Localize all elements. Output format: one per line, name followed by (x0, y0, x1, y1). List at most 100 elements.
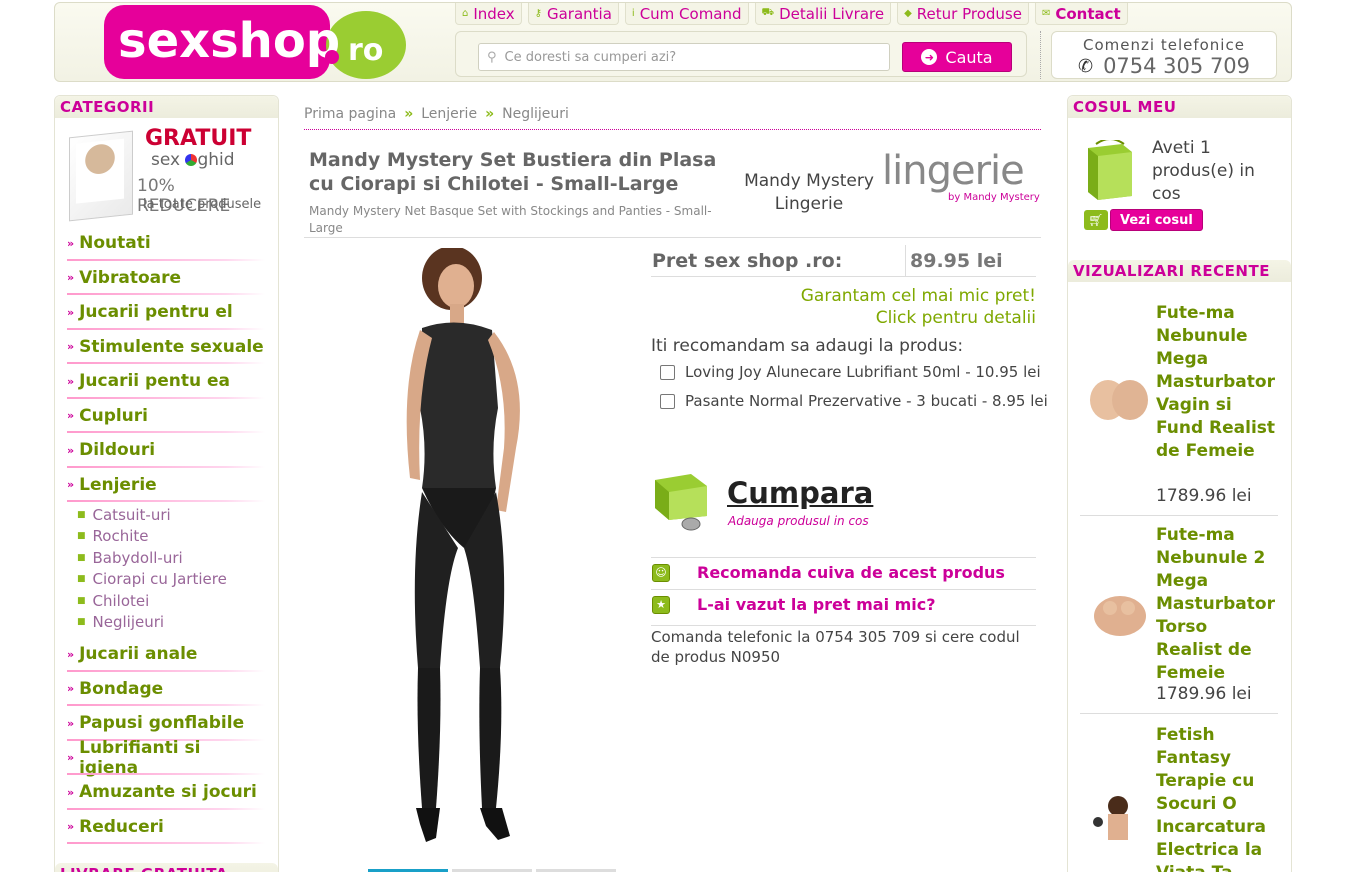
recent-product-price: 1789.96 lei (1156, 486, 1252, 506)
nav-detalii-livrare[interactable]: ⛟ Detalii Livrare (754, 3, 892, 25)
nav-cum-comand[interactable]: i Cum Comand (624, 3, 749, 25)
category-item[interactable]: » Stimulente sexuale (67, 330, 265, 365)
double-chevron-icon: » (485, 106, 495, 122)
user-icon: ☺ (652, 563, 670, 582)
search-icon: ⚲ (487, 49, 497, 65)
guarantee-line: Click pentru detalii (875, 308, 1036, 328)
seen-cheaper-label: L-ai vazut la pret mai mic? (697, 595, 936, 614)
category-item[interactable]: » Noutati (67, 226, 265, 261)
diamond-icon: ◆ (904, 8, 912, 19)
subcategory-item[interactable]: ■ Neglijeuri (77, 612, 278, 634)
site-logo[interactable]: sexshop ro (104, 5, 406, 79)
nav-contact[interactable]: ✉ Contact (1034, 3, 1128, 25)
search-input[interactable]: ⚲ Ce doresti sa cumperi azi? (478, 43, 890, 71)
buy-button[interactable]: Cumpara Adauga produsul in cos (651, 470, 1036, 540)
subcategory-item[interactable]: ■ Ciorapi cu Jartiere (77, 569, 278, 591)
subcategory-item[interactable]: ■ Rochite (77, 526, 278, 548)
subcategory-label: Babydoll-uri (92, 548, 183, 567)
category-label: Lenjerie (79, 474, 157, 495)
promo-ghid: ghid (197, 150, 235, 170)
phone-label: Comenzi telefonice (1083, 36, 1245, 54)
brand-name[interactable]: Mandy Mystery Lingerie (744, 170, 874, 216)
recent-product-price: 1789.96 lei (1156, 684, 1252, 704)
subcategory-label: Rochite (92, 527, 149, 546)
recent-product-name: Fute-ma Nebunule 2 Mega Masturbator Tors… (1156, 525, 1275, 683)
category-item[interactable]: » Reduceri (67, 810, 265, 845)
subcategory-item[interactable]: ■ Catsuit-uri (77, 504, 278, 526)
category-item-lenjerie[interactable]: » Lenjerie (67, 468, 265, 503)
brand-logo[interactable]: lingerie by Mandy Mystery (882, 148, 1042, 208)
category-item[interactable]: » Papusi gonflabile (67, 706, 265, 741)
chevron-right-icon: » (67, 751, 75, 765)
category-item[interactable]: » Cupluri (67, 399, 265, 434)
category-item[interactable]: » Dildouri (67, 433, 265, 468)
category-item[interactable]: » Jucarii pentru el (67, 295, 265, 330)
category-label: Reduceri (79, 816, 164, 837)
chevron-right-icon: » (67, 305, 75, 319)
breadcrumb-link[interactable]: Prima pagina (304, 106, 396, 122)
chevron-right-icon: » (67, 647, 75, 661)
search-button[interactable]: ➜ Cauta (902, 42, 1012, 72)
chevron-right-icon: » (67, 236, 75, 250)
subcategory-item[interactable]: ■ Babydoll-uri (77, 547, 278, 569)
category-item[interactable]: » Lubrifianti si igiena (67, 738, 265, 778)
promo-guide-banner[interactable]: GRATUIT sex ghid 10% REDUCERE la toate p… (65, 126, 268, 222)
chevron-right-icon: » (67, 340, 75, 354)
price-guarantee-link[interactable]: Garantam cel mai mic pret! Click pentru … (700, 285, 1036, 329)
search-button-label: Cauta (945, 47, 993, 67)
category-item[interactable]: » Jucarii pentu ea (67, 364, 265, 399)
double-chevron-icon: » (404, 106, 414, 122)
view-cart-button[interactable]: Vezi cosul (1110, 209, 1203, 231)
recent-product[interactable]: Fute-ma Nebunule 2 Mega Masturbator Tors… (1080, 522, 1278, 714)
addon-checkbox[interactable] (660, 364, 675, 380)
promo-guide: sex ghid (151, 150, 235, 170)
cart-sidebar: COSUL MEU Aveti 1 produs(e) in cos 🛒︎ Ve… (1067, 95, 1292, 872)
free-delivery-title: LIVRARE GRATUITA (55, 863, 278, 872)
addon-option[interactable]: Loving Joy Alunecare Lubrifiant 50ml - 1… (660, 363, 1041, 381)
product-image[interactable] (370, 248, 585, 848)
colorful-o-icon (185, 154, 198, 166)
category-label: Amuzante si jocuri (79, 782, 257, 803)
addon-option[interactable]: Pasante Normal Prezervative - 3 bucati -… (660, 392, 1048, 410)
category-label: Vibratoare (79, 267, 182, 288)
category-item[interactable]: » Amuzante si jocuri (67, 775, 265, 810)
category-item[interactable]: » Jucarii anale (67, 637, 265, 672)
subcategory-item[interactable]: ■ Chilotei (77, 590, 278, 612)
star-icon: ★ (652, 595, 670, 614)
dot-icon: ■ (77, 617, 86, 628)
recommend-friend-label: Recomanda cuiva de acest produs (697, 563, 1005, 582)
categories-title: CATEGORII (55, 96, 278, 118)
addon-label: Loving Joy Alunecare Lubrifiant 50ml - 1… (685, 363, 1041, 381)
phone-icon: ✆ (1077, 55, 1094, 77)
addon-label: Pasante Normal Prezervative - 3 bucati -… (685, 392, 1048, 410)
category-label: Papusi gonflabile (79, 713, 245, 734)
category-label: Dildouri (79, 440, 156, 461)
phone-order-box: Comenzi telefonice ✆ 0754 305 709 (1051, 31, 1277, 79)
product-header: Mandy Mystery Set Bustiera din Plasa cu … (304, 146, 1041, 238)
product-thumbnail (1090, 380, 1148, 420)
subcategory-label: Ciorapi cu Jartiere (92, 570, 227, 589)
nav-index[interactable]: ⌂ Index (455, 3, 522, 25)
nav-garantia[interactable]: ⚷ Garantia (527, 3, 619, 25)
cart-title: COSUL MEU (1068, 96, 1291, 118)
header-divider (1040, 31, 1041, 79)
recommend-friend-link[interactable]: ☺ Recomanda cuiva de acest produs (651, 557, 1036, 587)
category-label: Jucarii anale (79, 644, 198, 665)
categories-sidebar: CATEGORII GRATUIT sex ghid 10% REDUCERE … (54, 95, 279, 872)
chevron-right-icon: » (67, 409, 75, 423)
phone-number-row: ✆ 0754 305 709 (1052, 54, 1276, 78)
recent-product[interactable]: Fute-ma Nebunule Mega Masturbator Vagin … (1080, 302, 1278, 516)
guide-book-image (69, 130, 133, 222)
category-item[interactable]: » Bondage (67, 672, 265, 707)
category-item[interactable]: » Vibratoare (67, 261, 265, 296)
product-subtitle: Mandy Mystery Net Basque Set with Stocki… (309, 204, 712, 235)
recent-product[interactable]: Fetish Fantasy Terapie cu Socuri O Incar… (1080, 720, 1278, 872)
breadcrumb-current: Neglijeuri (502, 106, 569, 122)
seen-cheaper-link[interactable]: ★ L-ai vazut la pret mai mic? (651, 589, 1036, 619)
brand-logo-by: by Mandy Mystery (948, 192, 1040, 203)
category-label: Stimulente sexuale (79, 336, 264, 357)
logo-text: sexshop (118, 13, 340, 69)
breadcrumb-link[interactable]: Lenjerie (421, 106, 477, 122)
nav-retur-produse[interactable]: ◆ Retur Produse (897, 3, 1029, 25)
addon-checkbox[interactable] (660, 393, 675, 409)
